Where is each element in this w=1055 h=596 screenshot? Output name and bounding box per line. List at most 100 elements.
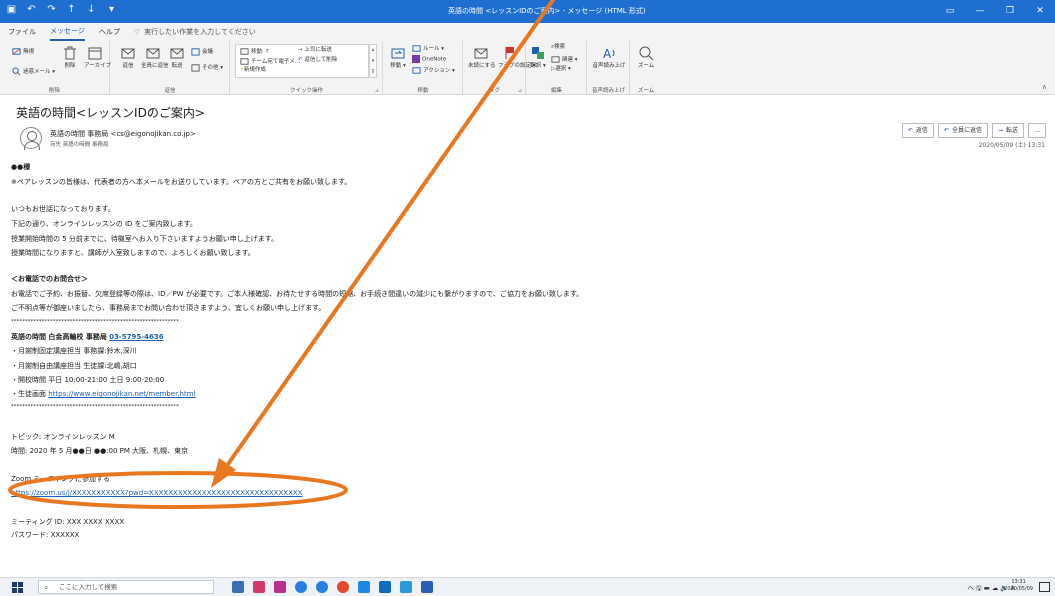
group-delete: 無視 迷惑メール ▾ 削除 アーカイブ 削除 [0, 41, 111, 95]
app-icon[interactable] [400, 581, 412, 593]
group-label-move: 移動 [417, 88, 429, 94]
pair-note: ※ペアレッスンの皆様は、代表者の方へ本メールをお送りしています。ペアの方とご共有… [11, 178, 352, 186]
body-line: ご不明点等が御座いましたら、事務局までお問い合わせ頂きますよう、宜しくお願い申し… [11, 304, 326, 312]
unread-button[interactable]: 未読にする [468, 45, 496, 70]
move-icon [391, 48, 405, 59]
word-icon[interactable] [421, 581, 433, 593]
tab-message[interactable]: メッセージ [50, 24, 85, 41]
archive-button[interactable]: アーカイブ [84, 45, 111, 70]
reply-ribbon-button[interactable]: 返信 [117, 45, 139, 70]
topic-line: トピック: オンラインレッスン M [11, 433, 115, 441]
ribbon: 無視 迷惑メール ▾ 削除 アーカイブ 削除 返信 全員に返信 転送 会議 その… [0, 41, 1055, 95]
taskbar-search[interactable]: ⌕ ここに入力して検索 [38, 580, 214, 594]
tell-me-text: 実行したい作業を入力してください [144, 28, 256, 36]
clock[interactable]: 13:31 2020/05/09 [1004, 579, 1033, 593]
app-icon[interactable] [358, 581, 370, 593]
arrow-up-icon[interactable]: ↑ [66, 4, 77, 18]
reply-all-ribbon-button[interactable]: 全員に返信 [141, 45, 169, 70]
app-icon[interactable] [274, 581, 286, 593]
ie-icon[interactable] [295, 581, 307, 593]
avatar[interactable] [20, 127, 42, 150]
delete-button[interactable]: 削除 [60, 45, 80, 70]
outlook-icon[interactable] [379, 581, 391, 593]
app-icon[interactable] [253, 581, 265, 593]
group-zoom: ズーム ズーム [631, 41, 661, 95]
group-tags: 未読にする フラグの設定 ▾ タグ ⊿ [464, 41, 536, 95]
more-actions-button[interactable]: … [1028, 123, 1046, 138]
tell-me-box[interactable]: ♡ 実行したい作業を入力してください [134, 27, 256, 37]
more-respond-button[interactable]: その他 ▾ [191, 63, 223, 72]
actions-button[interactable]: アクション ▾ [412, 66, 455, 75]
tab-file[interactable]: ファイル [8, 23, 36, 41]
arrow-down-icon[interactable]: ↓ [86, 4, 97, 18]
ignore-button[interactable]: 無視 [12, 47, 34, 56]
dialog-launcher-icon[interactable]: ⊿ [375, 88, 379, 94]
office-name: 英語の時間 白金高輪校 事務局 [11, 333, 107, 341]
zoom-join-link[interactable]: https://zoom.us/j/XXXXXXXXXXX?pwd=XXXXXX… [11, 488, 303, 499]
undo-icon[interactable]: ↶ [26, 4, 37, 18]
notification-icon[interactable] [1039, 582, 1050, 592]
quickstep-team-email[interactable]: チーム宛て電子メ... [240, 57, 300, 66]
find-button[interactable]: ⌕検索 [551, 44, 565, 51]
forward-button[interactable]: → 転送 [991, 123, 1024, 138]
group-respond: 返信 全員に返信 転送 会議 その他 ▾ 返信 [111, 41, 230, 95]
zoom-button[interactable]: ズーム [634, 45, 658, 70]
staff-line: ・月謝制固定講座担当 事務課:鈴木,深川 [11, 347, 137, 355]
recipient: 宛先 英語の時間 事務局 [50, 142, 109, 148]
redo-icon[interactable]: ↷ [46, 4, 57, 18]
flag-icon [505, 47, 514, 59]
restore-icon[interactable]: ❐ [995, 0, 1025, 23]
move-to-icon [240, 48, 249, 55]
collapse-ribbon-icon[interactable]: ∧ [1042, 83, 1047, 91]
onenote-button[interactable]: OneNote [412, 55, 446, 64]
forward-ribbon-button[interactable]: 転送 [167, 45, 187, 70]
edge-icon[interactable] [316, 581, 328, 593]
reply-all-button[interactable]: ↶ 全員に返信 [937, 123, 988, 138]
read-aloud-button[interactable]: A 音声読み上げ [592, 45, 626, 70]
junk-icon [12, 67, 21, 76]
body-line: いつもお世話になっております。 [11, 205, 115, 213]
office-line: 英語の時間 白金高輪校 事務局 03-5795-4636 [11, 332, 164, 343]
taskbar: ⌕ ここに入力して検索 ヘ 🖫 ▬ ☁ 🔈 A 13:31 2020/05/09 [0, 577, 1055, 596]
quickstep-to-manager[interactable]: → 上司に転送 [298, 47, 332, 54]
quickstep-move-to[interactable]: 移動: ? [240, 47, 269, 56]
student-page-line: ・生徒画面 https://www.eigonojikan.net/member… [11, 389, 196, 400]
ribbon-display-icon[interactable]: ▭ [935, 0, 965, 23]
time-line: 時間: 2020 年 5 月●●日 ●●:00 PM 大阪、札幌、東京 [11, 447, 189, 455]
windows-start-button[interactable] [12, 582, 23, 593]
dialog-launcher-icon[interactable]: ⊿ [518, 88, 522, 94]
rules-button[interactable]: ルール ▾ [412, 44, 444, 53]
reply-button[interactable]: ↶ 返信 [901, 123, 934, 138]
password-line: パスワード: XXXXXX [11, 531, 80, 539]
actions-icon [412, 67, 421, 74]
flag-button[interactable]: フラグの設定 ▾ [498, 45, 536, 70]
customize-qat-icon[interactable]: ▾ [106, 4, 117, 18]
student-page-link[interactable]: https://www.eigonojikan.net/member.html [48, 390, 195, 398]
close-icon[interactable]: ✕ [1025, 0, 1055, 23]
junk-button[interactable]: 迷惑メール ▾ [12, 67, 55, 76]
sender[interactable]: 英語の時間 事務局 <cs@eigonojikan.co.jp> [50, 129, 196, 139]
related-button[interactable]: 関連 ▾ [551, 55, 578, 64]
body-line: 授業開始時間の 5 分前までに、待機室へお入り下さいますようお願い申し上げます。 [11, 235, 278, 243]
chrome-icon[interactable] [337, 581, 349, 593]
forward-icon: → [997, 127, 1003, 134]
minimize-icon[interactable]: — [965, 0, 995, 23]
title-bar: ▣ ↶ ↷ ↑ ↓ ▾ 英語の時間 <レッスンIDのご案内> - メッセージ (… [0, 0, 1055, 23]
calendar-icon [191, 48, 200, 56]
quicksteps-scroll[interactable]: ▴ ▾ ⊽ [369, 44, 377, 78]
move-button[interactable]: 移動 ▾ [388, 45, 408, 70]
quickstep-reply-delete[interactable]: ↶ 返信して削除 [298, 57, 337, 64]
zoom-join-url[interactable]: https://zoom.us/j/XXXXXXXXXXX?pwd=XXXXXX… [11, 489, 303, 497]
translate-button[interactable]: 翻訳 ▾ [529, 45, 547, 70]
join-label: Zoom ミーティングに参加する [11, 475, 110, 483]
tab-help[interactable]: ヘルプ [99, 23, 120, 41]
quickstep-create-new[interactable]: ⚡新規作成 [240, 67, 266, 74]
task-view-icon[interactable] [232, 581, 244, 593]
group-editing: 翻訳 ▾ ⌕検索 関連 ▾ ▷選択 ▾ 編集 [527, 41, 587, 95]
save-icon[interactable]: ▣ [6, 4, 17, 18]
archive-icon [88, 47, 102, 60]
lightbulb-icon: ♡ [133, 28, 141, 36]
select-button[interactable]: ▷選択 ▾ [551, 66, 571, 73]
meeting-button[interactable]: 会議 [191, 47, 213, 56]
office-phone-link[interactable]: 03-5795-4636 [109, 333, 164, 341]
